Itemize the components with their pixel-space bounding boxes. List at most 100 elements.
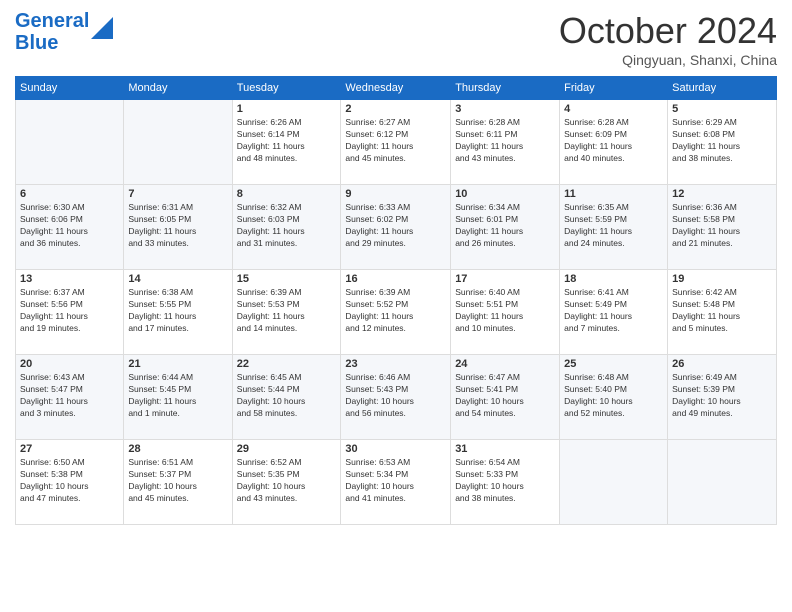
col-tuesday: Tuesday: [232, 77, 341, 100]
day-number: 27: [20, 443, 119, 455]
table-row: 14 Sunrise: 6:38 AM Sunset: 5:55 PM Dayli…: [124, 270, 232, 355]
day-info: Sunrise: 6:37 AM Sunset: 5:56 PM Dayligh…: [20, 287, 119, 335]
day-info: Sunrise: 6:49 AM Sunset: 5:39 PM Dayligh…: [672, 372, 772, 420]
logo-icon: [91, 17, 113, 39]
table-row: 17 Sunrise: 6:40 AM Sunset: 5:51 PM Dayli…: [451, 270, 560, 355]
table-row: 11Sunrise: 6:35 AM Sunset: 5:59 PM Dayli…: [560, 185, 668, 270]
day-info: Sunrise: 6:28 AM Sunset: 6:11 PM Dayligh…: [455, 117, 555, 165]
table-row: 5 Sunrise: 6:29 AM Sunset: 6:08 PM Daylig…: [668, 100, 777, 185]
day-number: 11: [564, 188, 663, 200]
table-row: 7Sunrise: 6:31 AM Sunset: 6:05 PM Daylig…: [124, 185, 232, 270]
day-info: Sunrise: 6:52 AM Sunset: 5:35 PM Dayligh…: [237, 457, 337, 505]
day-info: Sunrise: 6:32 AM Sunset: 6:03 PM Dayligh…: [237, 202, 337, 250]
col-wednesday: Wednesday: [341, 77, 451, 100]
day-info: Sunrise: 6:33 AM Sunset: 6:02 PM Dayligh…: [345, 202, 446, 250]
day-number: 17: [455, 273, 555, 285]
day-info: Sunrise: 6:30 AM Sunset: 6:06 PM Dayligh…: [20, 202, 119, 250]
day-info: Sunrise: 6:48 AM Sunset: 5:40 PM Dayligh…: [564, 372, 663, 420]
table-row: [668, 440, 777, 525]
day-number: 29: [237, 443, 337, 455]
day-info: Sunrise: 6:29 AM Sunset: 6:08 PM Dayligh…: [672, 117, 772, 165]
day-number: 18: [564, 273, 663, 285]
day-info: Sunrise: 6:50 AM Sunset: 5:38 PM Dayligh…: [20, 457, 119, 505]
subtitle: Qingyuan, Shanxi, China: [559, 52, 777, 68]
day-number: 12: [672, 188, 772, 200]
day-info: Sunrise: 6:42 AM Sunset: 5:48 PM Dayligh…: [672, 287, 772, 335]
month-title: October 2024: [559, 10, 777, 52]
day-info: Sunrise: 6:34 AM Sunset: 6:01 PM Dayligh…: [455, 202, 555, 250]
page: General Blue October 2024 Qingyuan, Shan…: [0, 0, 792, 612]
day-number: 24: [455, 358, 555, 370]
day-info: Sunrise: 6:51 AM Sunset: 5:37 PM Dayligh…: [128, 457, 227, 505]
table-row: 28 Sunrise: 6:51 AM Sunset: 5:37 PM Dayli…: [124, 440, 232, 525]
table-row: 23Sunrise: 6:46 AM Sunset: 5:43 PM Dayli…: [341, 355, 451, 440]
calendar-week-row: 20 Sunrise: 6:43 AM Sunset: 5:47 PM Dayli…: [16, 355, 777, 440]
day-number: 4: [564, 103, 663, 115]
day-info: Sunrise: 6:26 AM Sunset: 6:14 PM Dayligh…: [237, 117, 337, 165]
day-info: Sunrise: 6:28 AM Sunset: 6:09 PM Dayligh…: [564, 117, 663, 165]
table-row: [16, 100, 124, 185]
day-number: 28: [128, 443, 227, 455]
day-number: 8: [237, 188, 337, 200]
col-friday: Friday: [560, 77, 668, 100]
day-number: 16: [345, 273, 446, 285]
day-info: Sunrise: 6:47 AM Sunset: 5:41 PM Dayligh…: [455, 372, 555, 420]
table-row: 26 Sunrise: 6:49 AM Sunset: 5:39 PM Dayli…: [668, 355, 777, 440]
table-row: 2 Sunrise: 6:27 AM Sunset: 6:12 PM Daylig…: [341, 100, 451, 185]
calendar-table: Sunday Monday Tuesday Wednesday Thursday…: [15, 76, 777, 525]
day-info: Sunrise: 6:40 AM Sunset: 5:51 PM Dayligh…: [455, 287, 555, 335]
day-info: Sunrise: 6:27 AM Sunset: 6:12 PM Dayligh…: [345, 117, 446, 165]
table-row: 24 Sunrise: 6:47 AM Sunset: 5:41 PM Dayli…: [451, 355, 560, 440]
day-number: 15: [237, 273, 337, 285]
table-row: 20 Sunrise: 6:43 AM Sunset: 5:47 PM Dayli…: [16, 355, 124, 440]
col-monday: Monday: [124, 77, 232, 100]
day-info: Sunrise: 6:38 AM Sunset: 5:55 PM Dayligh…: [128, 287, 227, 335]
day-number: 2: [345, 103, 446, 115]
col-sunday: Sunday: [16, 77, 124, 100]
calendar-week-row: 6 Sunrise: 6:30 AM Sunset: 6:06 PM Daylig…: [16, 185, 777, 270]
table-row: 8 Sunrise: 6:32 AM Sunset: 6:03 PM Daylig…: [232, 185, 341, 270]
table-row: 6 Sunrise: 6:30 AM Sunset: 6:06 PM Daylig…: [16, 185, 124, 270]
day-number: 1: [237, 103, 337, 115]
day-number: 20: [20, 358, 119, 370]
day-number: 14: [128, 273, 227, 285]
table-row: 21Sunrise: 6:44 AM Sunset: 5:45 PM Dayli…: [124, 355, 232, 440]
table-row: 22Sunrise: 6:45 AM Sunset: 5:44 PM Dayli…: [232, 355, 341, 440]
day-number: 6: [20, 188, 119, 200]
table-row: 16Sunrise: 6:39 AM Sunset: 5:52 PM Dayli…: [341, 270, 451, 355]
day-info: Sunrise: 6:53 AM Sunset: 5:34 PM Dayligh…: [345, 457, 446, 505]
title-section: October 2024 Qingyuan, Shanxi, China: [559, 10, 777, 68]
table-row: 27 Sunrise: 6:50 AM Sunset: 5:38 PM Dayli…: [16, 440, 124, 525]
header: General Blue October 2024 Qingyuan, Shan…: [15, 10, 777, 68]
day-info: Sunrise: 6:54 AM Sunset: 5:33 PM Dayligh…: [455, 457, 555, 505]
col-thursday: Thursday: [451, 77, 560, 100]
table-row: 19 Sunrise: 6:42 AM Sunset: 5:48 PM Dayli…: [668, 270, 777, 355]
calendar-week-row: 13 Sunrise: 6:37 AM Sunset: 5:56 PM Dayli…: [16, 270, 777, 355]
logo-text: General Blue: [15, 10, 89, 54]
day-number: 5: [672, 103, 772, 115]
day-info: Sunrise: 6:43 AM Sunset: 5:47 PM Dayligh…: [20, 372, 119, 420]
day-number: 7: [128, 188, 227, 200]
day-number: 13: [20, 273, 119, 285]
day-number: 9: [345, 188, 446, 200]
day-info: Sunrise: 6:44 AM Sunset: 5:45 PM Dayligh…: [128, 372, 227, 420]
day-info: Sunrise: 6:39 AM Sunset: 5:53 PM Dayligh…: [237, 287, 337, 335]
table-row: 25 Sunrise: 6:48 AM Sunset: 5:40 PM Dayli…: [560, 355, 668, 440]
calendar-week-row: 1 Sunrise: 6:26 AM Sunset: 6:14 PM Daylig…: [16, 100, 777, 185]
table-row: 18 Sunrise: 6:41 AM Sunset: 5:49 PM Dayli…: [560, 270, 668, 355]
table-row: 30 Sunrise: 6:53 AM Sunset: 5:34 PM Dayli…: [341, 440, 451, 525]
table-row: 13 Sunrise: 6:37 AM Sunset: 5:56 PM Dayli…: [16, 270, 124, 355]
table-row: 10Sunrise: 6:34 AM Sunset: 6:01 PM Dayli…: [451, 185, 560, 270]
day-info: Sunrise: 6:41 AM Sunset: 5:49 PM Dayligh…: [564, 287, 663, 335]
day-number: 25: [564, 358, 663, 370]
day-number: 26: [672, 358, 772, 370]
table-row: 12Sunrise: 6:36 AM Sunset: 5:58 PM Dayli…: [668, 185, 777, 270]
day-number: 30: [345, 443, 446, 455]
day-number: 19: [672, 273, 772, 285]
col-saturday: Saturday: [668, 77, 777, 100]
calendar-header-row: Sunday Monday Tuesday Wednesday Thursday…: [16, 77, 777, 100]
table-row: 31Sunrise: 6:54 AM Sunset: 5:33 PM Dayli…: [451, 440, 560, 525]
day-number: 23: [345, 358, 446, 370]
table-row: 29 Sunrise: 6:52 AM Sunset: 5:35 PM Dayli…: [232, 440, 341, 525]
table-row: 1 Sunrise: 6:26 AM Sunset: 6:14 PM Daylig…: [232, 100, 341, 185]
